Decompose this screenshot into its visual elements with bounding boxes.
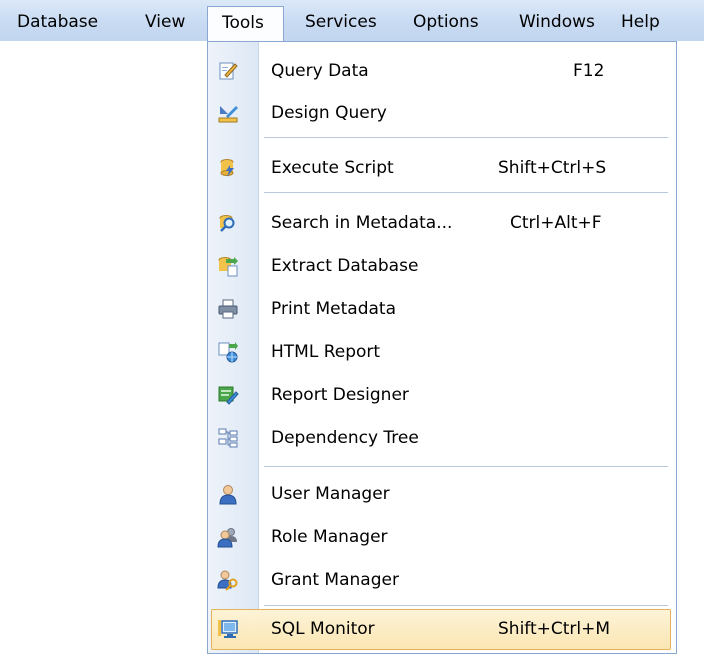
menu-services[interactable]: Services [305,11,377,33]
menu-item-label: Execute Script [271,158,394,178]
menu-item-dependency-tree[interactable]: Dependency Tree [208,418,676,458]
query-data-icon [219,62,238,80]
menu-item-label: Dependency Tree [271,428,419,448]
menu-help-label: Help [621,12,660,32]
menu-tools-label: Tools [222,13,264,33]
menu-database-label: Database [17,12,99,32]
menu-item-execute-script[interactable]: Execute Script Shift+Ctrl+S [208,148,676,188]
user-icon [219,485,237,505]
menu-item-shortcut: Shift+Ctrl+M [498,619,611,639]
execute-script-icon [220,159,234,177]
menu-database[interactable]: Database [17,11,98,33]
menu-separator [264,137,668,138]
menu-item-label: Report Designer [271,385,409,405]
menu-separator [264,192,668,193]
menu-item-shortcut: Shift+Ctrl+S [498,158,607,178]
menu-item-role-manager[interactable]: Role Manager [208,517,676,557]
menu-item-label: Search in Metadata... [271,213,453,233]
menu-item-label: Role Manager [271,527,388,547]
menu-view-label: View [145,12,186,32]
menu-item-user-manager[interactable]: User Manager [208,474,676,514]
printer-icon [218,299,238,319]
menu-separator [264,605,668,606]
menu-bar: Database View Tools Services Options Win… [0,0,704,43]
menu-item-label: User Manager [271,484,390,504]
menu-item-label: SQL Monitor [271,619,375,639]
menu-item-search-in-metadata[interactable]: Search in Metadata... Ctrl+Alt+F [208,203,676,243]
search-metadata-icon [219,215,235,232]
menu-item-query-data[interactable]: Query Data F12 [208,51,676,91]
design-query-icon [218,106,238,123]
extract-database-icon [218,257,238,277]
menu-help[interactable]: Help [621,11,660,33]
menu-item-label: Design Query [271,103,387,123]
menu-services-label: Services [305,12,377,32]
menu-windows[interactable]: Windows [519,11,595,33]
menu-options-label: Options [413,12,479,32]
menu-item-shortcut: F12 [573,61,605,81]
html-report-icon [218,342,238,363]
menu-item-print-metadata[interactable]: Print Metadata [208,289,676,329]
menu-item-html-report[interactable]: HTML Report [208,332,676,372]
menu-item-report-designer[interactable]: Report Designer [208,375,676,415]
menu-windows-label: Windows [519,12,595,32]
monitor-icon [218,620,238,638]
tools-dropdown: Query Data F12 Design Query Execute Scri… [207,41,677,654]
menu-item-label: Query Data [271,61,369,81]
menu-item-label: Grant Manager [271,570,399,590]
menu-item-label: Print Metadata [271,299,397,319]
menu-view[interactable]: View [145,11,185,33]
menu-separator [264,466,668,467]
report-designer-icon [218,386,239,405]
role-icon [217,528,237,548]
menu-item-extract-database[interactable]: Extract Database [208,246,676,286]
menu-item-label: Extract Database [271,256,419,276]
grant-icon [217,570,238,591]
menu-item-label: HTML Report [271,342,381,362]
menu-item-design-query[interactable]: Design Query [208,93,676,133]
dependency-tree-icon [218,428,238,448]
menu-tools[interactable]: Tools [207,6,284,43]
menu-item-shortcut: Ctrl+Alt+F [510,213,602,233]
menu-options[interactable]: Options [413,11,479,33]
menu-item-sql-monitor[interactable]: SQL Monitor Shift+Ctrl+M [208,609,676,649]
menu-item-grant-manager[interactable]: Grant Manager [208,560,676,600]
